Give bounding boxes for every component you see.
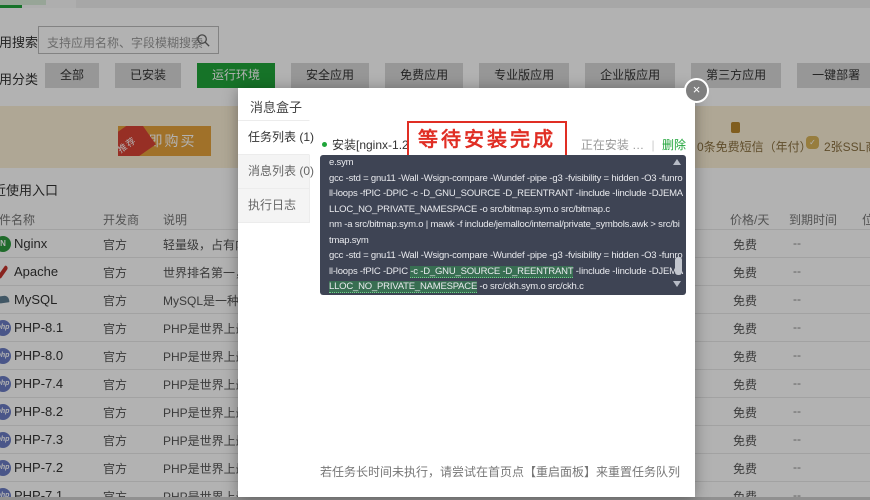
task-status-dot [322,142,327,147]
close-icon[interactable]: × [684,78,709,103]
message-box-modal: 消息盒子 × 任务列表 (1)消息列表 (0)执行日志 安装[nginx-1.2… [238,88,695,497]
console-line: gcc -std = gnu11 -Wall -Wsign-compare -W… [329,248,660,264]
console-line: ll-loops -fPIC -DPIC -c -D_GNU_SOURCE -D… [329,264,660,280]
console-line: gcc -std = gnu11 -Wall -Wsign-compare -W… [329,171,660,187]
scroll-down-icon[interactable] [673,281,681,287]
console-line: LLOC_NO_PRIVATE_NAMESPACE -o src/bitmap.… [329,202,660,218]
delete-task-link[interactable]: 删除 [662,138,686,152]
task-name: 安装[nginx-1.22] [332,136,419,153]
modal-sidebar-tabs: 任务列表 (1)消息列表 (0)执行日志 [238,120,310,223]
modal-title: 消息盒子 [250,97,302,116]
status-divider: | [652,138,655,152]
console-output[interactable]: e.symgcc -std = gnu11 -Wall -Wsign-compa… [320,155,686,295]
task-status: 正在安装 … | 删除 [581,136,686,153]
console-line: nm -a src/bitmap.sym.o | mawk -f include… [329,217,660,233]
installing-status-text: 正在安装 … [581,138,644,152]
console-line: LLOC_NO_PRIVATE_NAMESPACE -o src/ckh.sym… [329,279,660,295]
modal-tab[interactable]: 执行日志 [238,189,310,223]
console-line: tmap.sym [329,233,660,249]
app-store-page: 应用搜索 支持应用名称、字段模糊搜索 应用分类 全部已安装运行环境安全应用免费应… [0,0,870,500]
modal-footer-hint: 若任务长时间未执行，请尝试在首页点【重启面板】来重置任务队列 [320,463,680,480]
modal-tab[interactable]: 消息列表 (0) [238,155,310,189]
console-line: e.sym [329,155,660,171]
modal-tab[interactable]: 任务列表 (1) [238,120,310,155]
console-line: ll-loops -fPIC -DPIC -c -D_GNU_SOURCE -D… [329,186,660,202]
scroll-up-icon[interactable] [673,159,681,165]
scrollbar-thumb[interactable] [675,257,682,275]
